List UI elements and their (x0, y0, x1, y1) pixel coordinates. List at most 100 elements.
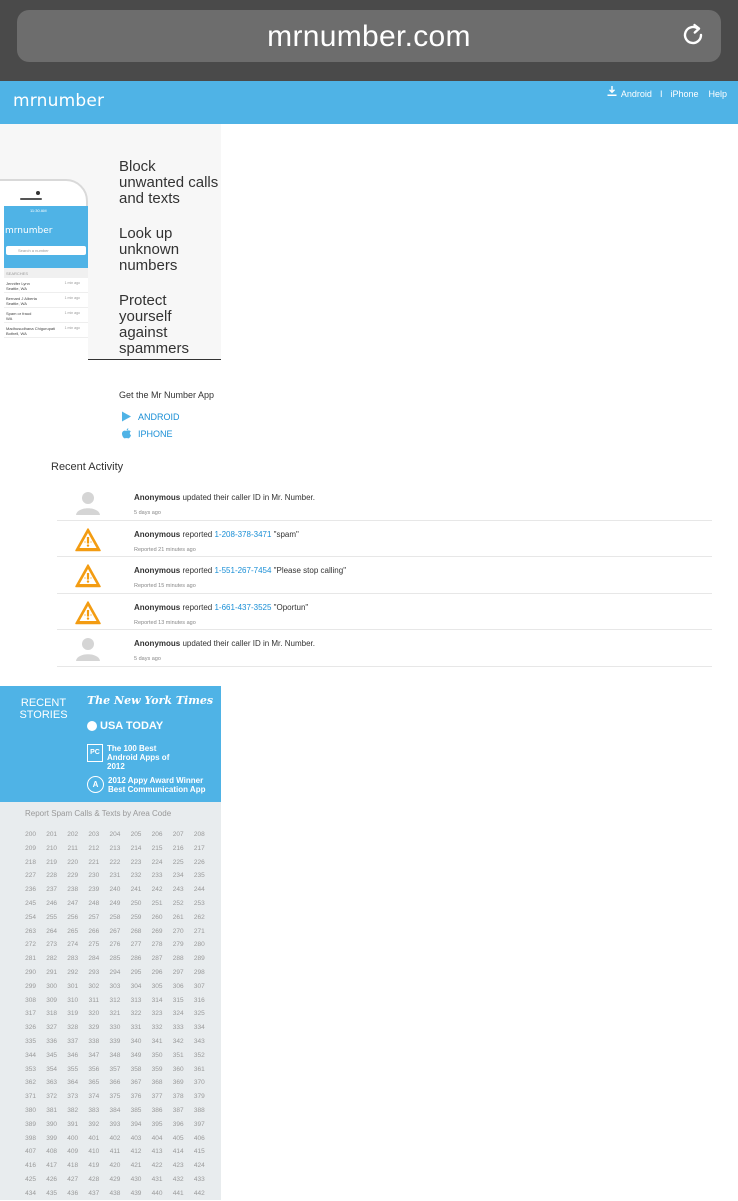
area-code-link[interactable]: 249 (104, 897, 125, 911)
area-code-link[interactable]: 355 (62, 1063, 83, 1077)
area-code-link[interactable]: 429 (104, 1173, 125, 1187)
area-code-link[interactable]: 387 (168, 1104, 189, 1118)
area-code-link[interactable]: 235 (189, 869, 210, 883)
area-code-link[interactable]: 275 (83, 938, 104, 952)
area-code-link[interactable]: 226 (189, 856, 210, 870)
area-code-link[interactable]: 325 (189, 1007, 210, 1021)
area-code-link[interactable]: 406 (189, 1132, 210, 1146)
area-code-link[interactable]: 315 (168, 994, 189, 1008)
area-code-link[interactable]: 308 (20, 994, 41, 1008)
url-text[interactable]: mrnumber.com (17, 20, 721, 54)
area-code-link[interactable]: 204 (104, 828, 125, 842)
area-code-link[interactable]: 433 (189, 1173, 210, 1187)
area-code-link[interactable]: 428 (83, 1173, 104, 1187)
area-code-link[interactable]: 302 (83, 980, 104, 994)
area-code-link[interactable]: 201 (41, 828, 62, 842)
area-code-link[interactable]: 211 (62, 842, 83, 856)
area-code-link[interactable]: 298 (189, 966, 210, 980)
area-code-link[interactable]: 359 (147, 1063, 168, 1077)
area-code-link[interactable]: 206 (147, 828, 168, 842)
area-code-link[interactable]: 386 (147, 1104, 168, 1118)
area-code-link[interactable]: 292 (62, 966, 83, 980)
area-code-link[interactable]: 407 (20, 1145, 41, 1159)
usatoday-logo[interactable]: USA TODAY (87, 720, 163, 732)
area-code-link[interactable]: 274 (62, 938, 83, 952)
area-code-link[interactable]: 260 (147, 911, 168, 925)
area-code-link[interactable]: 364 (62, 1076, 83, 1090)
address-bar[interactable]: mrnumber.com (17, 10, 721, 62)
area-code-link[interactable]: 284 (83, 952, 104, 966)
area-code-link[interactable]: 436 (62, 1187, 83, 1201)
area-code-link[interactable]: 420 (104, 1159, 125, 1173)
area-code-link[interactable]: 257 (83, 911, 104, 925)
area-code-link[interactable]: 356 (83, 1063, 104, 1077)
area-code-link[interactable]: 299 (20, 980, 41, 994)
area-code-link[interactable]: 413 (147, 1145, 168, 1159)
area-code-link[interactable]: 334 (189, 1021, 210, 1035)
area-code-link[interactable]: 310 (62, 994, 83, 1008)
iphone-link[interactable]: iPhone (670, 89, 698, 100)
area-code-link[interactable]: 430 (125, 1173, 146, 1187)
area-code-link[interactable]: 398 (20, 1132, 41, 1146)
appy-award[interactable]: A 2012 Appy Award Winner Best Communicat… (87, 776, 218, 794)
area-code-link[interactable]: 390 (41, 1118, 62, 1132)
area-code-link[interactable]: 282 (41, 952, 62, 966)
area-code-link[interactable]: 422 (147, 1159, 168, 1173)
area-code-link[interactable]: 416 (20, 1159, 41, 1173)
area-code-link[interactable]: 288 (168, 952, 189, 966)
area-code-link[interactable]: 396 (168, 1118, 189, 1132)
area-code-link[interactable]: 379 (189, 1090, 210, 1104)
area-code-link[interactable]: 266 (83, 925, 104, 939)
area-code-link[interactable]: 250 (125, 897, 146, 911)
area-code-link[interactable]: 400 (62, 1132, 83, 1146)
area-code-link[interactable]: 377 (147, 1090, 168, 1104)
area-code-link[interactable]: 439 (125, 1187, 146, 1201)
area-code-link[interactable]: 228 (41, 869, 62, 883)
area-code-link[interactable]: 368 (147, 1076, 168, 1090)
reported-number-link[interactable]: 1-208-378-3471 (214, 530, 271, 539)
area-code-link[interactable]: 318 (41, 1007, 62, 1021)
area-code-link[interactable]: 276 (104, 938, 125, 952)
area-code-link[interactable]: 214 (125, 842, 146, 856)
area-code-link[interactable]: 223 (125, 856, 146, 870)
area-code-link[interactable]: 218 (20, 856, 41, 870)
area-code-link[interactable]: 346 (62, 1049, 83, 1063)
area-code-link[interactable]: 207 (168, 828, 189, 842)
area-code-link[interactable]: 412 (125, 1145, 146, 1159)
area-code-link[interactable]: 332 (147, 1021, 168, 1035)
area-code-link[interactable]: 402 (104, 1132, 125, 1146)
area-code-link[interactable]: 350 (147, 1049, 168, 1063)
area-code-link[interactable]: 424 (189, 1159, 210, 1173)
area-code-link[interactable]: 244 (189, 883, 210, 897)
area-code-link[interactable]: 237 (41, 883, 62, 897)
area-code-link[interactable]: 415 (189, 1145, 210, 1159)
area-code-link[interactable]: 238 (62, 883, 83, 897)
area-code-link[interactable]: 391 (62, 1118, 83, 1132)
area-code-link[interactable]: 319 (62, 1007, 83, 1021)
area-code-link[interactable]: 262 (189, 911, 210, 925)
site-logo[interactable]: mrnumber (13, 91, 104, 111)
area-code-link[interactable]: 375 (104, 1090, 125, 1104)
area-code-link[interactable]: 205 (125, 828, 146, 842)
area-code-link[interactable]: 245 (20, 897, 41, 911)
area-code-link[interactable]: 362 (20, 1076, 41, 1090)
android-link[interactable]: Android (621, 89, 652, 100)
area-code-link[interactable]: 316 (189, 994, 210, 1008)
area-code-link[interactable]: 259 (125, 911, 146, 925)
area-code-link[interactable]: 381 (41, 1104, 62, 1118)
area-code-link[interactable]: 384 (104, 1104, 125, 1118)
area-code-link[interactable]: 371 (20, 1090, 41, 1104)
area-code-link[interactable]: 295 (125, 966, 146, 980)
area-code-link[interactable]: 252 (168, 897, 189, 911)
area-code-link[interactable]: 438 (104, 1187, 125, 1201)
area-code-link[interactable]: 215 (147, 842, 168, 856)
area-code-link[interactable]: 373 (62, 1090, 83, 1104)
area-code-link[interactable]: 374 (83, 1090, 104, 1104)
area-code-link[interactable]: 366 (104, 1076, 125, 1090)
area-code-link[interactable]: 432 (168, 1173, 189, 1187)
area-code-link[interactable]: 247 (62, 897, 83, 911)
area-code-link[interactable]: 200 (20, 828, 41, 842)
area-code-link[interactable]: 251 (147, 897, 168, 911)
area-code-link[interactable]: 338 (83, 1035, 104, 1049)
area-code-link[interactable]: 291 (41, 966, 62, 980)
